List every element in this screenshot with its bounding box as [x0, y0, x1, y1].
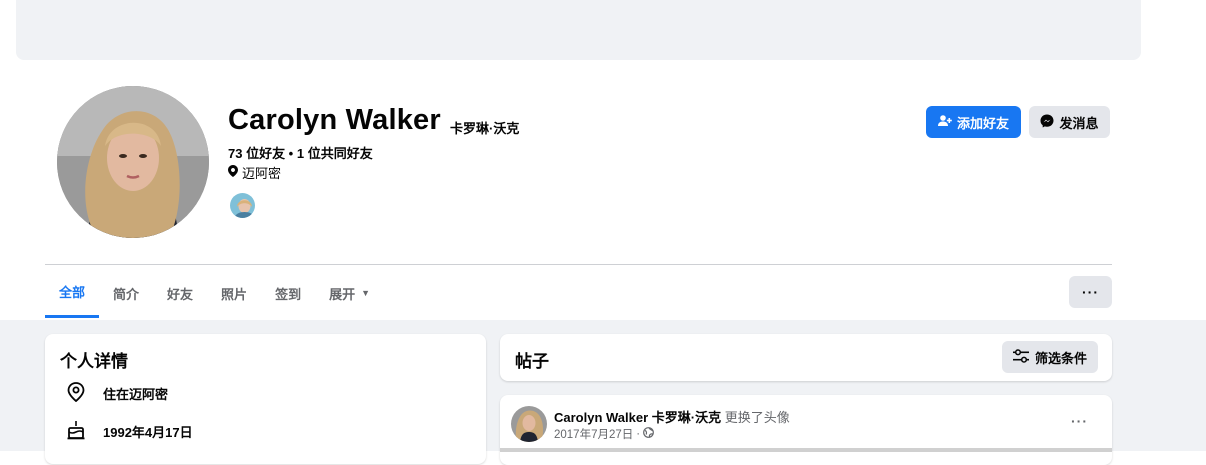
tab-friends-label: 好友	[167, 286, 194, 302]
meta-separator: ·	[636, 428, 641, 440]
details-card: 个人详情 住在迈阿密 1992年4月17日	[45, 334, 486, 464]
tab-checkins-label: 签到	[275, 286, 302, 302]
cover-photo-area	[16, 0, 1141, 60]
profile-divider	[45, 264, 1112, 265]
messenger-icon	[1040, 114, 1054, 131]
filter-button[interactable]: 筛选条件	[1002, 341, 1098, 373]
post-header: Carolyn Walker 卡罗琳·沃克 更换了头像	[554, 407, 790, 426]
post-date[interactable]: 2017年7月27日	[554, 426, 633, 442]
birthday-cake-icon	[67, 420, 85, 443]
post-meta: 2017年7月27日 ·	[554, 426, 655, 442]
globe-icon	[643, 427, 655, 441]
tab-more[interactable]: 展开 ▼	[315, 268, 384, 318]
tab-about[interactable]: 简介	[99, 268, 153, 318]
tab-checkins[interactable]: 签到	[261, 268, 315, 318]
post-author-alt-name[interactable]: 卡罗琳·沃克	[652, 410, 721, 425]
profile-tabs: 全部 简介 好友 照片 签到 展开 ▼	[45, 268, 384, 320]
tab-photos-label: 照片	[221, 286, 248, 302]
post-more-button[interactable]: ···	[1071, 413, 1088, 429]
add-friend-label: 添加好友	[956, 115, 1009, 131]
tab-all[interactable]: 全部	[45, 268, 100, 318]
profile-avatar[interactable]	[57, 86, 209, 238]
caret-down-icon: ▼	[361, 288, 371, 298]
message-button[interactable]: 发消息	[1029, 106, 1110, 138]
posts-header-card: 帖子 筛选条件	[500, 334, 1112, 381]
location-text: 迈阿密	[242, 166, 282, 181]
tab-friends[interactable]: 好友	[153, 268, 207, 318]
profile-name: Carolyn Walker	[228, 104, 441, 136]
birthday-text: 1992年4月17日	[103, 425, 193, 440]
post-author-avatar[interactable]	[511, 406, 547, 442]
filter-label: 筛选条件	[1034, 350, 1087, 366]
tab-about-label: 简介	[113, 286, 140, 302]
tab-more-label: 展开	[329, 286, 356, 302]
post-image[interactable]	[500, 448, 1112, 452]
profile-alt-name: 卡罗琳·沃克	[450, 121, 520, 136]
detail-lives-in: 住在迈阿密	[67, 382, 168, 405]
friends-summary[interactable]: 73 位好友 • 1 位共同好友	[228, 143, 373, 162]
tab-photos[interactable]: 照片	[207, 268, 261, 318]
lives-in-text: 住在迈阿密	[103, 387, 169, 402]
posts-title: 帖子	[515, 352, 549, 371]
tab-all-label: 全部	[59, 285, 86, 300]
filter-sliders-icon	[1012, 348, 1029, 366]
more-options-button[interactable]: ···	[1069, 276, 1112, 308]
post-author-name[interactable]: Carolyn Walker	[554, 410, 648, 425]
post-card: Carolyn Walker 卡罗琳·沃克 更换了头像 2017年7月27日 ·…	[500, 395, 1112, 465]
post-action-text: 更换了头像	[724, 410, 790, 425]
detail-birthday: 1992年4月17日	[67, 420, 193, 443]
details-title: 个人详情	[60, 352, 128, 371]
location-pin-icon	[67, 382, 85, 405]
mutual-friend-avatar[interactable]	[228, 191, 257, 220]
location-line: 迈阿密	[228, 163, 281, 182]
add-friend-icon	[937, 114, 952, 130]
location-pin-icon	[228, 165, 238, 180]
message-label: 发消息	[1059, 115, 1099, 131]
add-friend-button[interactable]: 添加好友	[926, 106, 1021, 138]
